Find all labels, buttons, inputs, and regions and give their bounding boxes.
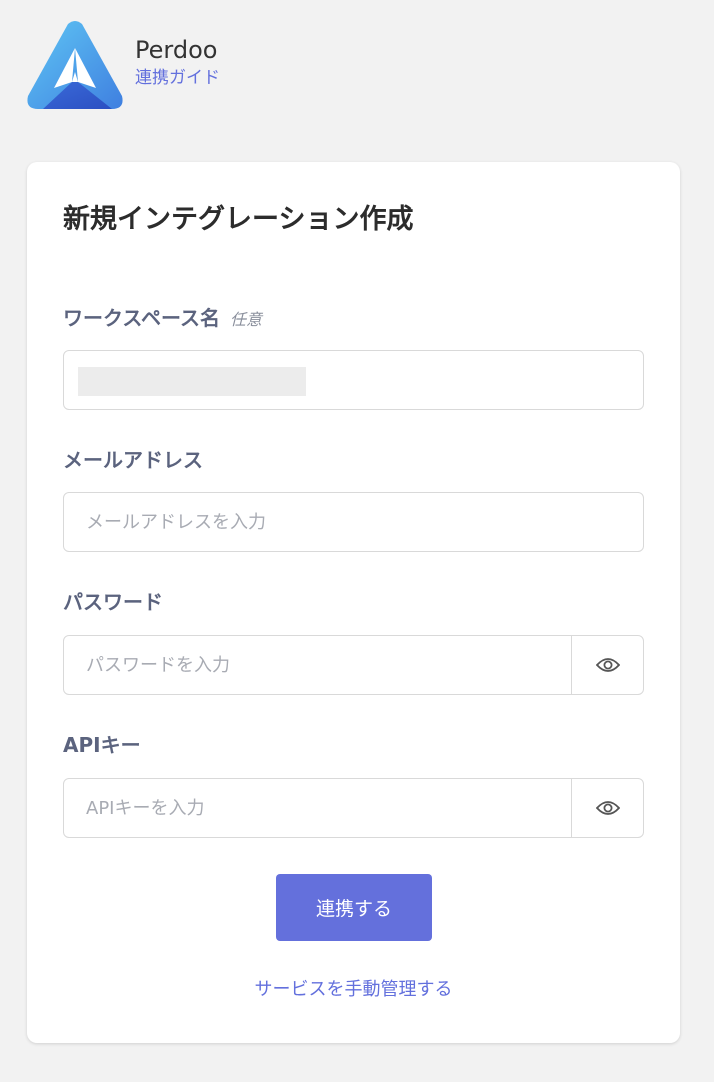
api-key-input[interactable] <box>64 779 571 837</box>
password-input[interactable] <box>64 636 571 694</box>
eye-icon <box>595 801 620 815</box>
integration-form-card: 新規インテグレーション作成 ワークスペース名任意 メールアドレス パスワード A… <box>27 162 680 1043</box>
email-input-box <box>63 492 644 552</box>
workspace-input-box <box>63 350 644 410</box>
password-visibility-toggle[interactable] <box>571 636 643 694</box>
perdoo-logo-icon <box>27 21 123 109</box>
api-key-label: APIキー <box>63 733 141 757</box>
connect-button[interactable]: 連携する <box>276 874 432 941</box>
password-label: パスワード <box>63 590 163 614</box>
app-header: Perdoo 連携ガイド <box>26 20 220 110</box>
optional-tag: 任意 <box>230 310 263 329</box>
brand-block: Perdoo 連携ガイド <box>135 34 220 90</box>
password-input-box <box>63 635 644 695</box>
integration-guide-link[interactable]: 連携ガイド <box>135 66 220 90</box>
form-title: 新規インテグレーション作成 <box>63 204 414 235</box>
workspace-label-text: ワークスペース名 <box>63 306 220 330</box>
manual-service-link[interactable]: サービスを手動管理する <box>27 977 680 1003</box>
redacted-value <box>78 367 306 396</box>
api-key-visibility-toggle[interactable] <box>571 779 643 837</box>
brand-name: Perdoo <box>135 36 218 64</box>
workspace-label: ワークスペース名 任意 <box>63 304 262 334</box>
eye-icon <box>595 658 620 672</box>
email-input[interactable] <box>64 493 643 551</box>
page: Perdoo 連携ガイド 新規インテグレーション作成 ワークスペース名 任意 メー… <box>0 0 714 1082</box>
api-key-input-box <box>63 778 644 838</box>
email-label: メールアドレス <box>63 448 203 472</box>
